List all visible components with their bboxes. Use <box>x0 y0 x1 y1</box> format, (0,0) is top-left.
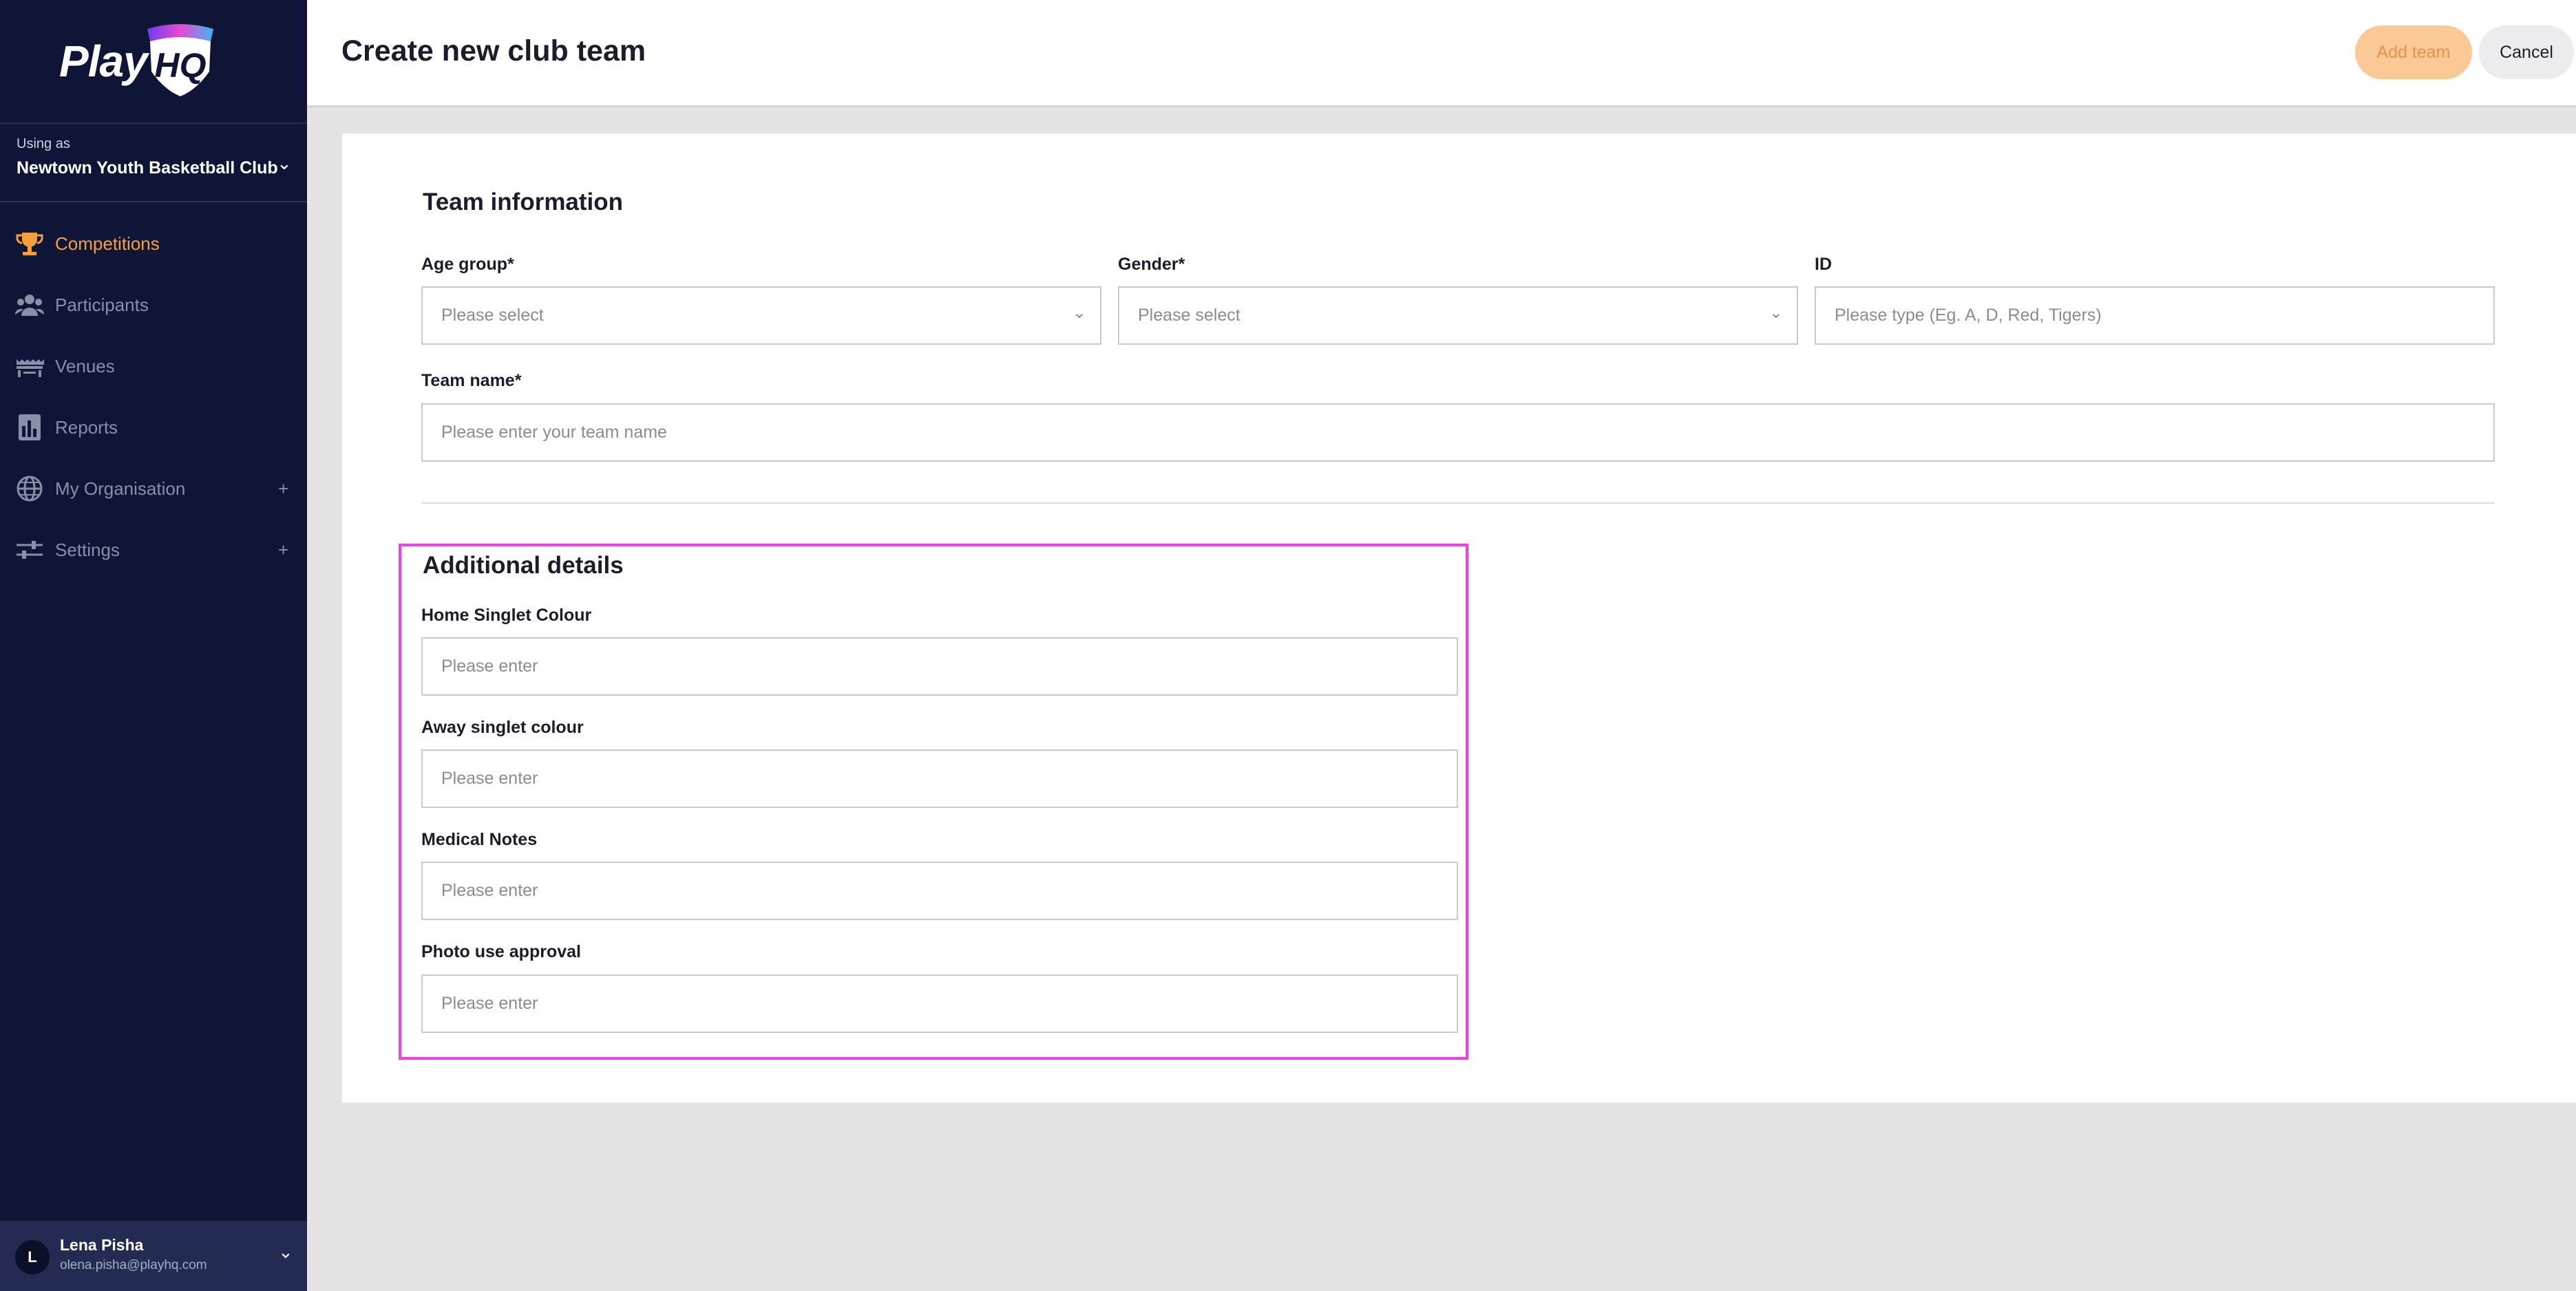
home-singlet-colour-label: Home Singlet Colour <box>421 606 592 625</box>
avatar: L <box>15 1240 50 1274</box>
team-form-card: Team information Age group* Please selec… <box>342 134 2576 1102</box>
expand-plus-icon[interactable]: + <box>278 540 288 561</box>
age-group-select[interactable]: Please select ⌄ <box>421 286 1101 345</box>
team-name-placeholder: Please enter your team name <box>441 423 667 442</box>
additional-details-title: Additional details <box>423 552 624 579</box>
home-singlet-colour-input[interactable]: Please enter <box>421 637 1458 696</box>
sidebar-item-reports[interactable]: Reports <box>0 397 307 458</box>
chevron-down-icon: ⌄ <box>1769 303 1783 322</box>
age-group-label: Age group* <box>421 255 514 274</box>
chevron-down-icon: ⌄ <box>278 1241 293 1262</box>
id-input[interactable]: Please type (Eg. A, D, Red, Tigers) <box>1815 286 2495 345</box>
photo-use-approval-input[interactable]: Please enter <box>421 974 1458 1033</box>
photo-use-approval-placeholder: Please enter <box>441 994 538 1013</box>
sidebar-nav: Competitions Participants Venues Reports… <box>0 213 307 581</box>
team-information-title: Team information <box>423 189 624 215</box>
section-divider <box>421 502 2495 504</box>
people-icon <box>14 291 45 319</box>
medical-notes-label: Medical Notes <box>421 830 538 849</box>
gender-placeholder: Please select <box>1138 306 1241 325</box>
away-singlet-colour-input[interactable]: Please enter <box>421 749 1458 808</box>
medical-notes-input[interactable]: Please enter <box>421 862 1458 920</box>
away-singlet-colour-label: Away singlet colour <box>421 718 584 737</box>
sidebar-item-my-organisation[interactable]: My Organisation + <box>0 458 307 520</box>
age-group-placeholder: Please select <box>441 306 544 325</box>
svg-text:HQ: HQ <box>155 46 207 85</box>
sidebar-item-label: Reports <box>55 417 118 438</box>
sidebar-item-label: Participants <box>55 295 149 315</box>
sidebar-item-label: Settings <box>55 540 120 560</box>
using-as-label: Using as <box>17 136 70 151</box>
gender-label: Gender* <box>1118 255 1185 274</box>
expand-plus-icon[interactable]: + <box>278 478 288 500</box>
chevron-down-icon: ⌄ <box>277 153 292 173</box>
trophy-icon <box>15 230 44 257</box>
gender-select[interactable]: Please select ⌄ <box>1118 286 1798 345</box>
id-placeholder: Please type (Eg. A, D, Red, Tigers) <box>1835 306 2102 325</box>
sidebar-item-participants[interactable]: Participants <box>0 275 307 336</box>
user-menu[interactable]: L Lena Pisha olena.pisha@playhq.com ⌄ <box>0 1221 307 1291</box>
home-singlet-colour-placeholder: Please enter <box>441 657 538 676</box>
user-name: Lena Pisha <box>60 1236 144 1254</box>
sidebar-item-label: My Organisation <box>55 478 186 499</box>
club-switcher[interactable]: Using as Newtown Youth Basketball Club ⌄ <box>0 122 307 202</box>
sidebar-item-competitions[interactable]: Competitions <box>0 213 307 275</box>
cancel-button[interactable]: Cancel <box>2479 25 2574 79</box>
logo-shield-icon: HQ <box>142 23 219 98</box>
logo-text: Play <box>59 36 148 86</box>
user-email: olena.pisha@playhq.com <box>60 1258 207 1272</box>
playhq-logo[interactable]: Play HQ <box>59 23 224 99</box>
reports-icon <box>15 414 44 441</box>
sliders-icon <box>15 536 44 564</box>
globe-icon <box>15 475 44 502</box>
away-singlet-colour-placeholder: Please enter <box>441 769 538 788</box>
photo-use-approval-label: Photo use approval <box>421 942 581 961</box>
stadium-icon <box>15 352 44 380</box>
club-name: Newtown Youth Basketball Club <box>17 158 278 178</box>
add-team-button[interactable]: Add team <box>2355 25 2472 79</box>
chevron-down-icon: ⌄ <box>1072 303 1086 322</box>
sidebar: Play HQ Using as Newtown Youth Basketbal… <box>0 0 307 1291</box>
sidebar-item-label: Competitions <box>55 233 160 254</box>
sidebar-item-venues[interactable]: Venues <box>0 336 307 397</box>
page-header: Create new club team Add team Cancel <box>307 0 2576 107</box>
page-title: Create new club team <box>341 34 646 67</box>
sidebar-item-label: Venues <box>55 356 115 376</box>
sidebar-item-settings[interactable]: Settings + <box>0 520 307 581</box>
team-name-input[interactable]: Please enter your team name <box>421 403 2495 462</box>
medical-notes-placeholder: Please enter <box>441 881 538 900</box>
id-label: ID <box>1815 255 1832 274</box>
team-name-label: Team name* <box>421 371 522 390</box>
